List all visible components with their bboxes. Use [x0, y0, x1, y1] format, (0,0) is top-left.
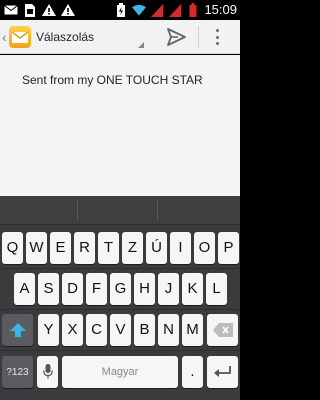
enter-key[interactable]	[207, 356, 238, 388]
notification-icons	[4, 3, 75, 17]
suggestion-strip[interactable]	[0, 196, 240, 225]
signal-icon	[168, 3, 182, 17]
key-x[interactable]: X	[62, 314, 83, 346]
key-row-divider	[0, 309, 240, 310]
send-icon[interactable]	[164, 26, 188, 48]
key-p[interactable]: P	[218, 232, 239, 264]
sim-icon	[23, 3, 37, 17]
key-q[interactable]: Q	[2, 232, 23, 264]
key-w[interactable]: W	[26, 232, 47, 264]
system-icons: 15:09	[114, 2, 237, 18]
key-v[interactable]: V	[110, 314, 131, 346]
warning-icon	[42, 3, 56, 17]
space-key[interactable]: Magyar	[62, 356, 178, 388]
key-y[interactable]: Y	[38, 314, 59, 346]
message-body-field[interactable]: Sent from my ONE TOUCH STAR	[0, 55, 240, 196]
key-n[interactable]: N	[158, 314, 179, 346]
message-body-text: Sent from my ONE TOUCH STAR	[22, 73, 203, 87]
warning-icon	[61, 3, 75, 17]
email-icon	[4, 3, 18, 17]
shift-key[interactable]	[2, 314, 33, 346]
key-r[interactable]: R	[74, 232, 95, 264]
key-z[interactable]: Z	[122, 232, 143, 264]
mic-key[interactable]	[37, 356, 58, 388]
key-row-divider	[0, 350, 240, 351]
key-h[interactable]: H	[134, 273, 155, 305]
key-o[interactable]: O	[194, 232, 215, 264]
spinner-arrow-icon	[138, 42, 144, 48]
key-j[interactable]: J	[158, 273, 179, 305]
microphone-icon	[42, 364, 53, 379]
status-bar: 15:09	[0, 0, 240, 20]
signal-icon	[150, 3, 164, 17]
backspace-icon	[212, 323, 233, 337]
email-app-icon[interactable]	[9, 26, 31, 48]
wifi-icon	[132, 3, 147, 17]
key-a[interactable]: A	[14, 273, 35, 305]
key-k[interactable]: K	[182, 273, 203, 305]
battery-icon	[186, 3, 200, 17]
key-l[interactable]: L	[206, 273, 227, 305]
action-bar-divider	[198, 26, 199, 48]
battery-charging-icon	[114, 3, 128, 17]
action-bar: ‹ Válaszolás	[0, 20, 240, 54]
enter-icon	[213, 366, 231, 377]
key-d[interactable]: D	[62, 273, 83, 305]
key-f[interactable]: F	[86, 273, 107, 305]
period-key[interactable]: .	[182, 356, 203, 388]
key-g[interactable]: G	[110, 273, 131, 305]
reply-mode-spinner[interactable]: Válaszolás	[36, 29, 94, 45]
key-c[interactable]: C	[86, 314, 107, 346]
suggestion-divider	[157, 200, 158, 221]
shift-icon	[9, 323, 26, 337]
key-row-divider	[0, 268, 240, 269]
key-e[interactable]: E	[50, 232, 71, 264]
overflow-menu-icon[interactable]	[214, 29, 220, 45]
delete-key[interactable]	[207, 314, 238, 346]
key-u-acute[interactable]: Ú	[146, 232, 167, 264]
symbols-key[interactable]: ?123	[2, 356, 33, 388]
key-t[interactable]: T	[98, 232, 119, 264]
suggestion-divider	[77, 200, 78, 221]
key-m[interactable]: M	[182, 314, 203, 346]
key-s[interactable]: S	[38, 273, 59, 305]
status-time: 15:09	[204, 2, 237, 17]
key-i[interactable]: I	[170, 232, 191, 264]
key-b[interactable]: B	[134, 314, 155, 346]
soft-keyboard: Q W E R T Z Ú I O P A S D F G H J K L Y …	[0, 196, 240, 400]
